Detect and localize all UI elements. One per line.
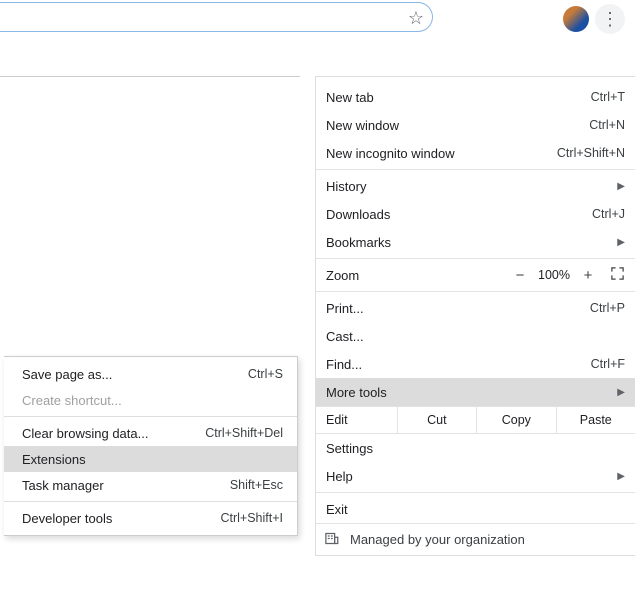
bookmark-star-icon[interactable]: ☆ — [406, 8, 426, 28]
edit-paste-button[interactable]: Paste — [556, 407, 635, 433]
menu-label: Cast... — [326, 329, 625, 344]
menu-cast[interactable]: Cast... — [316, 322, 635, 350]
chevron-right-icon: ▶ — [615, 181, 625, 192]
menu-separator — [316, 492, 635, 493]
submenu-label: Developer tools — [22, 511, 220, 526]
submenu-shortcut: Shift+Esc — [230, 478, 283, 492]
menu-label: Help — [326, 469, 609, 484]
menu-label: Find... — [326, 357, 553, 372]
menu-help[interactable]: Help ▶ — [316, 462, 635, 490]
menu-shortcut: Ctrl+J — [553, 207, 625, 221]
menu-separator — [316, 291, 635, 292]
menu-exit[interactable]: Exit — [316, 495, 635, 523]
submenu-shortcut: Ctrl+Shift+Del — [205, 426, 283, 440]
menu-shortcut: Ctrl+T — [553, 90, 625, 104]
menu-history[interactable]: History ▶ — [316, 172, 635, 200]
zoom-in-button[interactable]: + — [575, 267, 601, 284]
menu-label: Downloads — [326, 207, 553, 222]
menu-zoom: Zoom − 100% + — [316, 261, 635, 289]
submenu-task-manager[interactable]: Task manager Shift+Esc — [4, 472, 297, 498]
menu-shortcut: Ctrl+N — [553, 118, 625, 132]
kebab-menu-icon[interactable]: ⋮ — [595, 4, 625, 34]
address-bar[interactable] — [0, 2, 433, 32]
more-tools-submenu: Save page as... Ctrl+S Create shortcut..… — [4, 356, 298, 536]
submenu-create-shortcut: Create shortcut... — [4, 387, 297, 413]
menu-label: History — [326, 179, 537, 194]
submenu-developer-tools[interactable]: Developer tools Ctrl+Shift+I — [4, 505, 297, 531]
submenu-label: Create shortcut... — [22, 393, 283, 408]
menu-shortcut: Ctrl+F — [553, 357, 625, 371]
submenu-separator — [4, 501, 297, 502]
menu-separator — [316, 258, 635, 259]
menu-downloads[interactable]: Downloads Ctrl+J — [316, 200, 635, 228]
fullscreen-icon[interactable] — [601, 266, 625, 284]
chevron-right-icon: ▶ — [615, 237, 625, 248]
menu-edit-label: Edit — [316, 407, 397, 433]
zoom-out-button[interactable]: − — [507, 267, 533, 284]
menu-label: Managed by your organization — [350, 532, 525, 547]
menu-settings[interactable]: Settings — [316, 434, 635, 462]
menu-label: Settings — [326, 441, 625, 456]
profile-avatar[interactable] — [563, 6, 589, 32]
menu-label: New incognito window — [326, 146, 553, 161]
chevron-right-icon: ▶ — [615, 471, 625, 482]
menu-label: Exit — [326, 502, 625, 517]
menu-label: New tab — [326, 90, 553, 105]
menu-print[interactable]: Print... Ctrl+P — [316, 294, 635, 322]
menu-label: Zoom — [326, 268, 507, 283]
menu-more-tools[interactable]: More tools ▶ — [316, 378, 635, 406]
submenu-label: Clear browsing data... — [22, 426, 205, 441]
submenu-label: Save page as... — [22, 367, 248, 382]
submenu-extensions[interactable]: Extensions — [4, 446, 297, 472]
menu-label: More tools — [326, 385, 609, 400]
toolbar-divider — [0, 76, 300, 77]
organization-icon — [324, 531, 342, 549]
submenu-label: Task manager — [22, 478, 230, 493]
menu-separator — [316, 169, 635, 170]
menu-bookmarks[interactable]: Bookmarks ▶ — [316, 228, 635, 256]
menu-label: Print... — [326, 301, 553, 316]
menu-edit-row: Edit Cut Copy Paste — [316, 406, 635, 434]
edit-cut-button[interactable]: Cut — [397, 407, 476, 433]
menu-shortcut: Ctrl+Shift+N — [553, 146, 625, 160]
menu-shortcut: Ctrl+P — [553, 301, 625, 315]
submenu-separator — [4, 416, 297, 417]
submenu-save-page[interactable]: Save page as... Ctrl+S — [4, 361, 297, 387]
menu-find[interactable]: Find... Ctrl+F — [316, 350, 635, 378]
submenu-label: Extensions — [22, 452, 283, 467]
menu-label: Bookmarks — [326, 235, 537, 250]
menu-label: New window — [326, 118, 553, 133]
menu-new-tab[interactable]: New tab Ctrl+T — [316, 83, 635, 111]
menu-managed[interactable]: Managed by your organization — [316, 523, 635, 555]
edit-copy-button[interactable]: Copy — [476, 407, 555, 433]
submenu-clear-browsing-data[interactable]: Clear browsing data... Ctrl+Shift+Del — [4, 420, 297, 446]
chevron-right-icon: ▶ — [615, 387, 625, 398]
menu-new-window[interactable]: New window Ctrl+N — [316, 111, 635, 139]
zoom-value: 100% — [533, 268, 575, 282]
menu-incognito[interactable]: New incognito window Ctrl+Shift+N — [316, 139, 635, 167]
main-menu: New tab Ctrl+T New window Ctrl+N New inc… — [315, 76, 635, 556]
submenu-shortcut: Ctrl+Shift+I — [220, 511, 283, 525]
submenu-shortcut: Ctrl+S — [248, 367, 283, 381]
